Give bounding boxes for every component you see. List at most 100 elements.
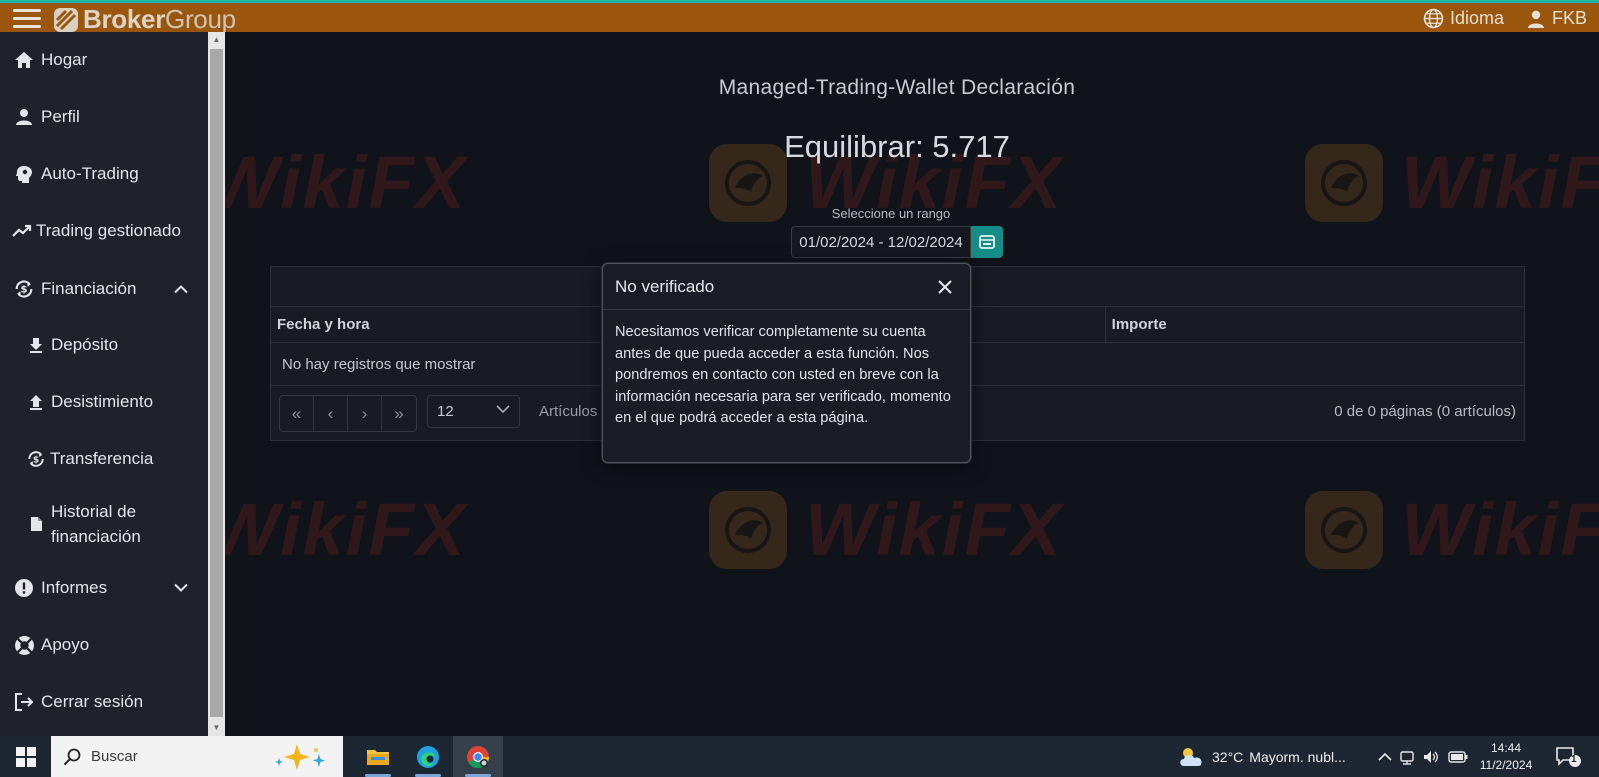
upload-icon xyxy=(27,391,45,413)
items-per-page-label: Artículos xyxy=(539,403,598,420)
sidebar-item-deposito[interactable]: Depósito xyxy=(0,333,208,357)
taskbar-file-explorer[interactable] xyxy=(353,736,403,777)
clock-time: 14:44 xyxy=(1490,741,1522,755)
folder-icon xyxy=(367,749,389,765)
prev-page-button[interactable]: ‹ xyxy=(314,396,348,431)
logout-icon xyxy=(13,691,35,713)
sidebar-item-label-line1: Historial de xyxy=(51,502,137,521)
date-range-input[interactable]: 01/02/2024 - 12/02/2024 xyxy=(791,226,971,258)
chevron-up-icon[interactable] xyxy=(1378,752,1392,761)
dollar-cycle-icon: $ xyxy=(13,278,35,300)
notification-center[interactable]: 1 xyxy=(1555,746,1583,773)
page-info: 0 de 0 páginas (0 artículos) xyxy=(1334,403,1516,420)
calendar-button[interactable] xyxy=(971,226,1003,258)
close-icon[interactable] xyxy=(936,278,954,296)
sidebar-item-label: Apoyo xyxy=(41,635,90,654)
network-icon[interactable] xyxy=(1400,749,1414,765)
lifebuoy-icon xyxy=(13,634,35,656)
sidebar-item-historial-financiacion[interactable]: Historial de financiación xyxy=(0,499,208,549)
page-size-value: 12 xyxy=(437,403,454,420)
watermark-text: WikiFX xyxy=(805,488,1064,571)
modal-header: No verificado xyxy=(603,264,970,310)
system-tray xyxy=(1378,736,1468,777)
eagle-logo-icon xyxy=(1305,490,1383,569)
balance-display: Equilibrar: 5.717 xyxy=(784,129,1010,164)
sidebar-item-perfil[interactable]: Perfil xyxy=(0,105,208,129)
brand-logo[interactable]: BrokerGroup xyxy=(53,4,236,35)
sidebar-item-trading-gestionado[interactable]: Trading gestionado xyxy=(0,219,208,243)
trend-icon xyxy=(11,220,33,242)
scroll-up-arrow-icon[interactable]: ▲ xyxy=(208,32,225,48)
taskbar-search[interactable]: Buscar xyxy=(51,736,343,777)
globe-icon xyxy=(1423,8,1444,29)
watermark-text: WikiFX xyxy=(225,488,468,571)
document-icon xyxy=(27,513,45,535)
sidebar: Hogar Perfil Auto-Trading Trading gestio… xyxy=(0,32,208,736)
download-icon xyxy=(27,334,45,356)
search-icon xyxy=(63,748,81,765)
hamburger-menu-icon[interactable] xyxy=(13,9,41,29)
last-page-button[interactable]: » xyxy=(382,396,416,431)
sidebar-item-apoyo[interactable]: Apoyo xyxy=(0,633,208,657)
sparkle-icon xyxy=(275,744,325,770)
top-bar: BrokerGroup Idioma FKB xyxy=(0,0,1599,35)
sidebar-item-informes[interactable]: Informes xyxy=(0,576,208,600)
not-verified-modal: No verificado Necesitamos verificar comp… xyxy=(602,263,971,463)
notification-icon xyxy=(1556,747,1581,767)
sidebar-scrollbar[interactable]: ▲ ▼ xyxy=(208,32,225,736)
watermark: WikiFX xyxy=(709,487,1063,572)
taskbar-clock[interactable]: 14:44 11/2/2024 xyxy=(1474,740,1538,774)
sidebar-item-label-line2: financiación xyxy=(51,527,141,546)
chevron-down-icon[interactable] xyxy=(174,583,188,593)
sidebar-item-label: Cerrar sesión xyxy=(41,692,144,711)
scroll-thumb[interactable] xyxy=(210,49,223,717)
modal-title: No verificado xyxy=(615,276,715,296)
battery-icon[interactable] xyxy=(1448,750,1468,763)
home-icon xyxy=(13,49,35,71)
sidebar-item-auto-trading[interactable]: Auto-Trading xyxy=(0,162,208,186)
language-label: Idioma xyxy=(1449,8,1504,28)
watermark: WikiFX xyxy=(1305,487,1599,572)
chevron-down-icon xyxy=(496,405,510,414)
first-page-button[interactable]: « xyxy=(280,396,314,431)
search-placeholder: Buscar xyxy=(91,748,138,765)
sidebar-item-cerrar-sesion[interactable]: Cerrar sesión xyxy=(0,690,208,714)
eagle-logo-icon xyxy=(709,490,787,569)
weather-text: Mayorm. nubl... xyxy=(1249,748,1346,765)
logo-mark-icon xyxy=(54,7,78,32)
sidebar-item-label: Depósito xyxy=(51,335,119,354)
watermark: WikiFX xyxy=(225,487,467,572)
page-size-select[interactable]: 12 xyxy=(427,395,520,428)
weather-widget[interactable]: 32°C Mayorm. nubl... xyxy=(1178,736,1346,777)
sidebar-item-label: Trading gestionado xyxy=(36,221,181,240)
user-label: FKB xyxy=(1551,8,1587,28)
sidebar-item-transferencia[interactable]: $ Transferencia xyxy=(0,447,208,471)
speaker-icon[interactable] xyxy=(1422,749,1440,765)
taskbar-chrome[interactable] xyxy=(453,736,503,777)
next-page-button[interactable]: › xyxy=(348,396,382,431)
date-range-picker[interactable]: 01/02/2024 - 12/02/2024 xyxy=(791,226,1003,258)
sidebar-item-hogar[interactable]: Hogar xyxy=(0,48,208,72)
sidebar-item-desistimiento[interactable]: Desistimiento xyxy=(0,390,208,414)
user-menu[interactable]: FKB xyxy=(1526,8,1587,29)
alert-icon xyxy=(13,577,35,599)
transfer-icon: $ xyxy=(26,448,46,470)
scroll-down-arrow-icon[interactable]: ▼ xyxy=(208,720,225,736)
chevron-up-icon[interactable] xyxy=(174,285,188,294)
taskbar-edge[interactable] xyxy=(403,736,453,777)
sidebar-item-label: Historial de financiación xyxy=(51,499,141,549)
language-selector[interactable]: Idioma xyxy=(1423,8,1504,29)
windows-start-icon[interactable] xyxy=(16,747,36,767)
svg-text:$: $ xyxy=(33,454,39,465)
brand-name: BrokerGroup xyxy=(83,4,236,34)
windows-taskbar: Buscar 32°C Mayorm. nubl... 14:44 11/2/2… xyxy=(0,736,1599,777)
chrome-icon xyxy=(467,745,489,768)
column-header-importe[interactable]: Importe xyxy=(1106,307,1524,342)
svg-text:$: $ xyxy=(20,285,27,296)
page-title: Managed-Trading-Wallet Declaración xyxy=(718,76,1076,99)
notification-count: 1 xyxy=(1571,754,1577,765)
modal-body: Necesitamos verificar completamente su c… xyxy=(615,324,951,426)
sidebar-item-financiacion[interactable]: $ Financiación xyxy=(0,276,208,302)
sidebar-item-label: Hogar xyxy=(41,50,88,69)
user-icon xyxy=(1527,10,1544,28)
